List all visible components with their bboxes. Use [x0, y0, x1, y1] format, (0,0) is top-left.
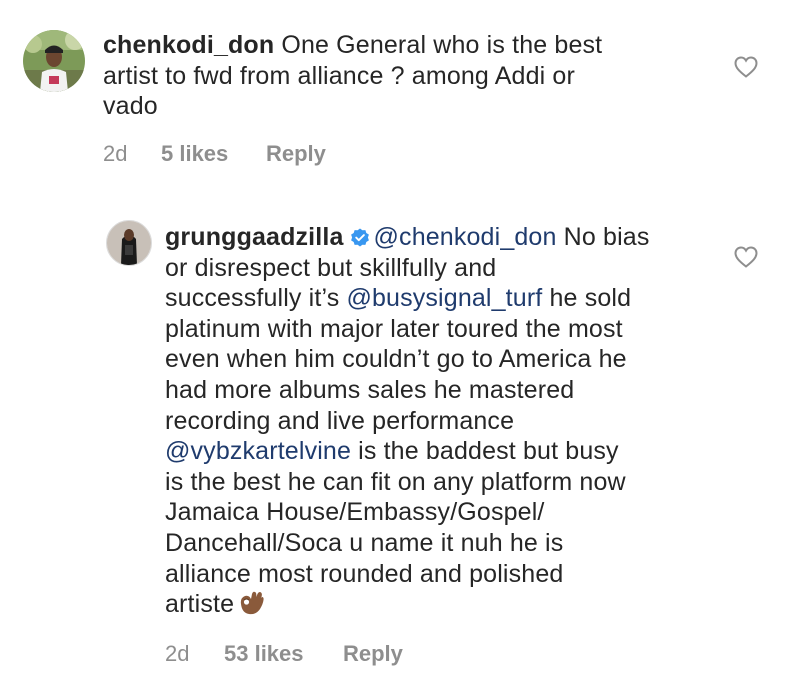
comment-text-line: or disrespect but skillfully and: [165, 253, 497, 282]
comment-text-line: artiste: [165, 590, 235, 619]
comment-text-line: even when him couldn’t go to America he: [165, 345, 627, 374]
reply-button[interactable]: Reply: [266, 141, 326, 167]
comment-timestamp[interactable]: 2d: [103, 141, 127, 167]
comment-text-segment: is the baddest but busy: [351, 437, 619, 466]
comment-username[interactable]: chenkodi_don: [103, 31, 274, 59]
comment-text-line: platinum with major later toured the mos…: [165, 314, 623, 343]
comment-text-segment: he sold: [542, 284, 632, 313]
comment-text-line: One General who is the best: [281, 31, 603, 59]
comment-text-line: Dancehall/Soca u name it nuh he is: [165, 528, 564, 557]
heart-icon[interactable]: [734, 246, 758, 268]
comment-text-line: had more albums sales he mastered: [165, 375, 575, 404]
verified-badge-icon: [350, 228, 369, 247]
mention-link[interactable]: @chenkodi_don: [374, 223, 557, 251]
comment-text-line: vado: [103, 92, 158, 121]
avatar[interactable]: [106, 220, 152, 266]
comment-text-line: Jamaica House/Embassy/Gospel/: [165, 498, 545, 527]
comment-username[interactable]: grunggaadzilla: [165, 223, 344, 251]
avatar-image: [23, 30, 85, 92]
comment-timestamp[interactable]: 2d: [165, 641, 189, 667]
comment-text-line: recording and live performance: [165, 406, 515, 435]
comment-text-line: artist to fwd from alliance ? among Addi…: [103, 61, 575, 90]
likes-count[interactable]: 53 likes: [224, 641, 304, 667]
comment-text-line: alliance most rounded and polished: [165, 559, 564, 588]
mention-link[interactable]: @busysignal_turf: [346, 284, 542, 312]
comment-text-line: No bias: [563, 223, 650, 251]
comment-text-segment: successfully it’s: [165, 284, 347, 313]
comment-text: grunggaadzilla @chenkodi_don No bias or d…: [165, 222, 725, 620]
comment-text: chenkodi_don One General who is the best…: [103, 30, 703, 122]
comment-text-line: is the best he can fit on any platform n…: [165, 467, 626, 496]
reply-button[interactable]: Reply: [343, 641, 403, 667]
comments-screen: { "comments": [ { "username": "chenkodi_…: [0, 0, 800, 683]
heart-icon[interactable]: [734, 56, 758, 78]
likes-count[interactable]: 5 likes: [161, 141, 228, 167]
avatar[interactable]: [23, 30, 85, 92]
ok-hand-emoji-icon: [240, 591, 264, 615]
avatar-image: [107, 221, 151, 265]
mention-link[interactable]: @vybzkartelvine: [165, 437, 351, 465]
